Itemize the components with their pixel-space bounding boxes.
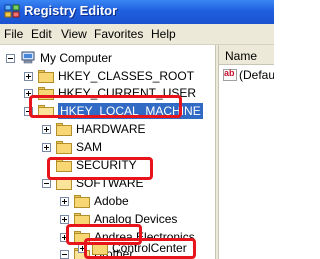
window-title: Registry Editor [24, 3, 118, 18]
tree-node-label: HKEY_CLASSES_ROOT [58, 69, 195, 83]
folder-icon [56, 141, 72, 154]
tree-node-my-computer[interactable]: My Computer [0, 50, 215, 68]
menu-favorites[interactable]: Favorites [94, 27, 143, 41]
string-value-icon: ab [223, 68, 237, 81]
menu-view[interactable]: View [61, 27, 87, 41]
column-header-label: Name [225, 49, 258, 63]
tree-node-label: HARDWARE [76, 122, 146, 136]
tree-node-label: Adobe [94, 194, 129, 208]
highlight-controlcenter [84, 238, 196, 259]
collapse-icon[interactable] [42, 179, 51, 188]
menu-file[interactable]: File [4, 27, 23, 41]
title-bar[interactable]: Registry Editor [0, 0, 274, 24]
expand-icon[interactable] [24, 72, 33, 81]
highlight-hkey-local-machine [29, 95, 182, 118]
expand-icon[interactable] [60, 197, 69, 206]
values-pane[interactable]: Name ab (Defau [219, 45, 274, 259]
tree-node-hardware[interactable]: HARDWARE [0, 121, 215, 139]
highlight-software [47, 157, 153, 180]
expand-icon[interactable] [60, 215, 69, 224]
menu-edit[interactable]: Edit [31, 27, 52, 41]
tree-node-adobe[interactable]: Adobe [0, 193, 215, 211]
name-column-header[interactable]: Name [219, 45, 274, 65]
registry-editor-window: Registry Editor File Edit View Favorites… [0, 0, 274, 259]
registry-icon [4, 4, 20, 18]
tree-node-label: SAM [76, 140, 103, 154]
expand-icon[interactable] [42, 143, 51, 152]
menu-bar: File Edit View Favorites Help [0, 24, 274, 45]
value-name: (Defau [239, 68, 274, 82]
folder-icon [38, 70, 54, 83]
collapse-icon[interactable] [6, 54, 15, 63]
folder-icon [74, 195, 90, 208]
tree-node-label: My Computer [40, 51, 113, 65]
tree-node-hkey-classes-root[interactable]: HKEY_CLASSES_ROOT [0, 68, 215, 86]
tree-node-sam[interactable]: SAM [0, 139, 215, 157]
expand-icon[interactable] [42, 125, 51, 134]
menu-help[interactable]: Help [151, 27, 176, 41]
computer-icon [21, 51, 35, 64]
folder-icon [56, 123, 72, 136]
